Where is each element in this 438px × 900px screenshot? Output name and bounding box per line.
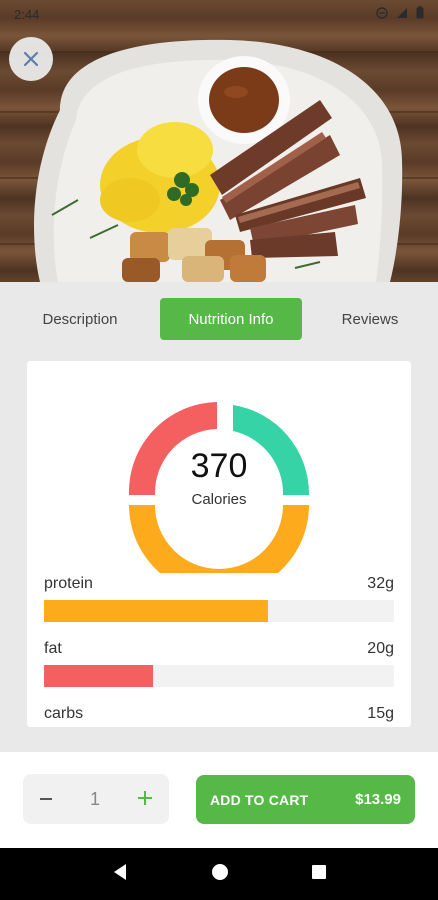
nutrient-bar-fill: [44, 600, 268, 622]
home-circle-icon: [212, 863, 228, 880]
tab-description-label: Description: [42, 310, 118, 328]
tab-nutrition-info-label: Nutrition Info: [188, 310, 274, 328]
food-plate-image: [0, 39, 438, 282]
decrease-quantity-button[interactable]: [39, 787, 53, 811]
recents-square-icon: [312, 864, 326, 879]
minus-icon: [40, 798, 52, 800]
nutrient-row-carbs: carbs 15g: [44, 705, 394, 727]
tab-bar: Description Nutrition Info Reviews: [0, 282, 438, 358]
close-icon: [23, 51, 39, 67]
quantity-stepper: 1: [23, 774, 169, 824]
nutrient-bar-track: [44, 665, 394, 687]
quantity-value: 1: [89, 788, 100, 809]
home-button[interactable]: [211, 863, 229, 886]
nutrient-amount: 20g: [367, 640, 394, 657]
system-nav-bar: [0, 848, 438, 900]
calories-label: Calories: [191, 491, 247, 508]
status-time: 2:44: [14, 6, 40, 22]
back-button[interactable]: [111, 863, 129, 886]
tab-reviews-label: Reviews: [341, 310, 399, 328]
tab-nutrition-info[interactable]: Nutrition Info: [160, 298, 302, 340]
nutrient-bar-fill: [44, 665, 153, 687]
back-triangle-icon: [114, 863, 126, 880]
close-button[interactable]: [9, 37, 53, 81]
nutrient-amount: 32g: [367, 575, 394, 592]
nutrient-amount: 15g: [367, 705, 394, 722]
wifi-signal-icon: [396, 7, 408, 22]
nutrition-card: 370 Calories protein 32g fat 20g carbs 1…: [27, 361, 411, 727]
add-to-cart-label: ADD TO CART: [210, 791, 309, 808]
tab-reviews[interactable]: Reviews: [322, 298, 418, 340]
purchase-bar: 1 ADD TO CART $13.99: [0, 752, 438, 848]
cart-price: $13.99: [355, 791, 401, 808]
calorie-donut-chart: 370 Calories: [125, 385, 313, 595]
increase-quantity-button[interactable]: [137, 787, 153, 811]
plus-icon: [137, 791, 152, 805]
nutrient-row-fat: fat 20g: [44, 640, 394, 687]
product-image: 2:44: [0, 0, 438, 282]
tab-description[interactable]: Description: [24, 298, 136, 340]
nutrient-name: protein: [44, 575, 93, 592]
do-not-disturb-icon: [376, 6, 388, 22]
donut-segment-protein: [129, 505, 309, 595]
recents-button[interactable]: [311, 864, 327, 885]
nutrient-row-protein: protein 32g: [44, 575, 394, 622]
status-bar: 2:44: [0, 0, 438, 28]
add-to-cart-button[interactable]: ADD TO CART $13.99: [196, 775, 415, 824]
nutrient-name: carbs: [44, 705, 84, 722]
calories-value: 370: [190, 447, 248, 485]
nutrient-name: fat: [44, 640, 62, 657]
battery-icon: [416, 6, 424, 22]
nutrient-bar-track: [44, 600, 394, 622]
